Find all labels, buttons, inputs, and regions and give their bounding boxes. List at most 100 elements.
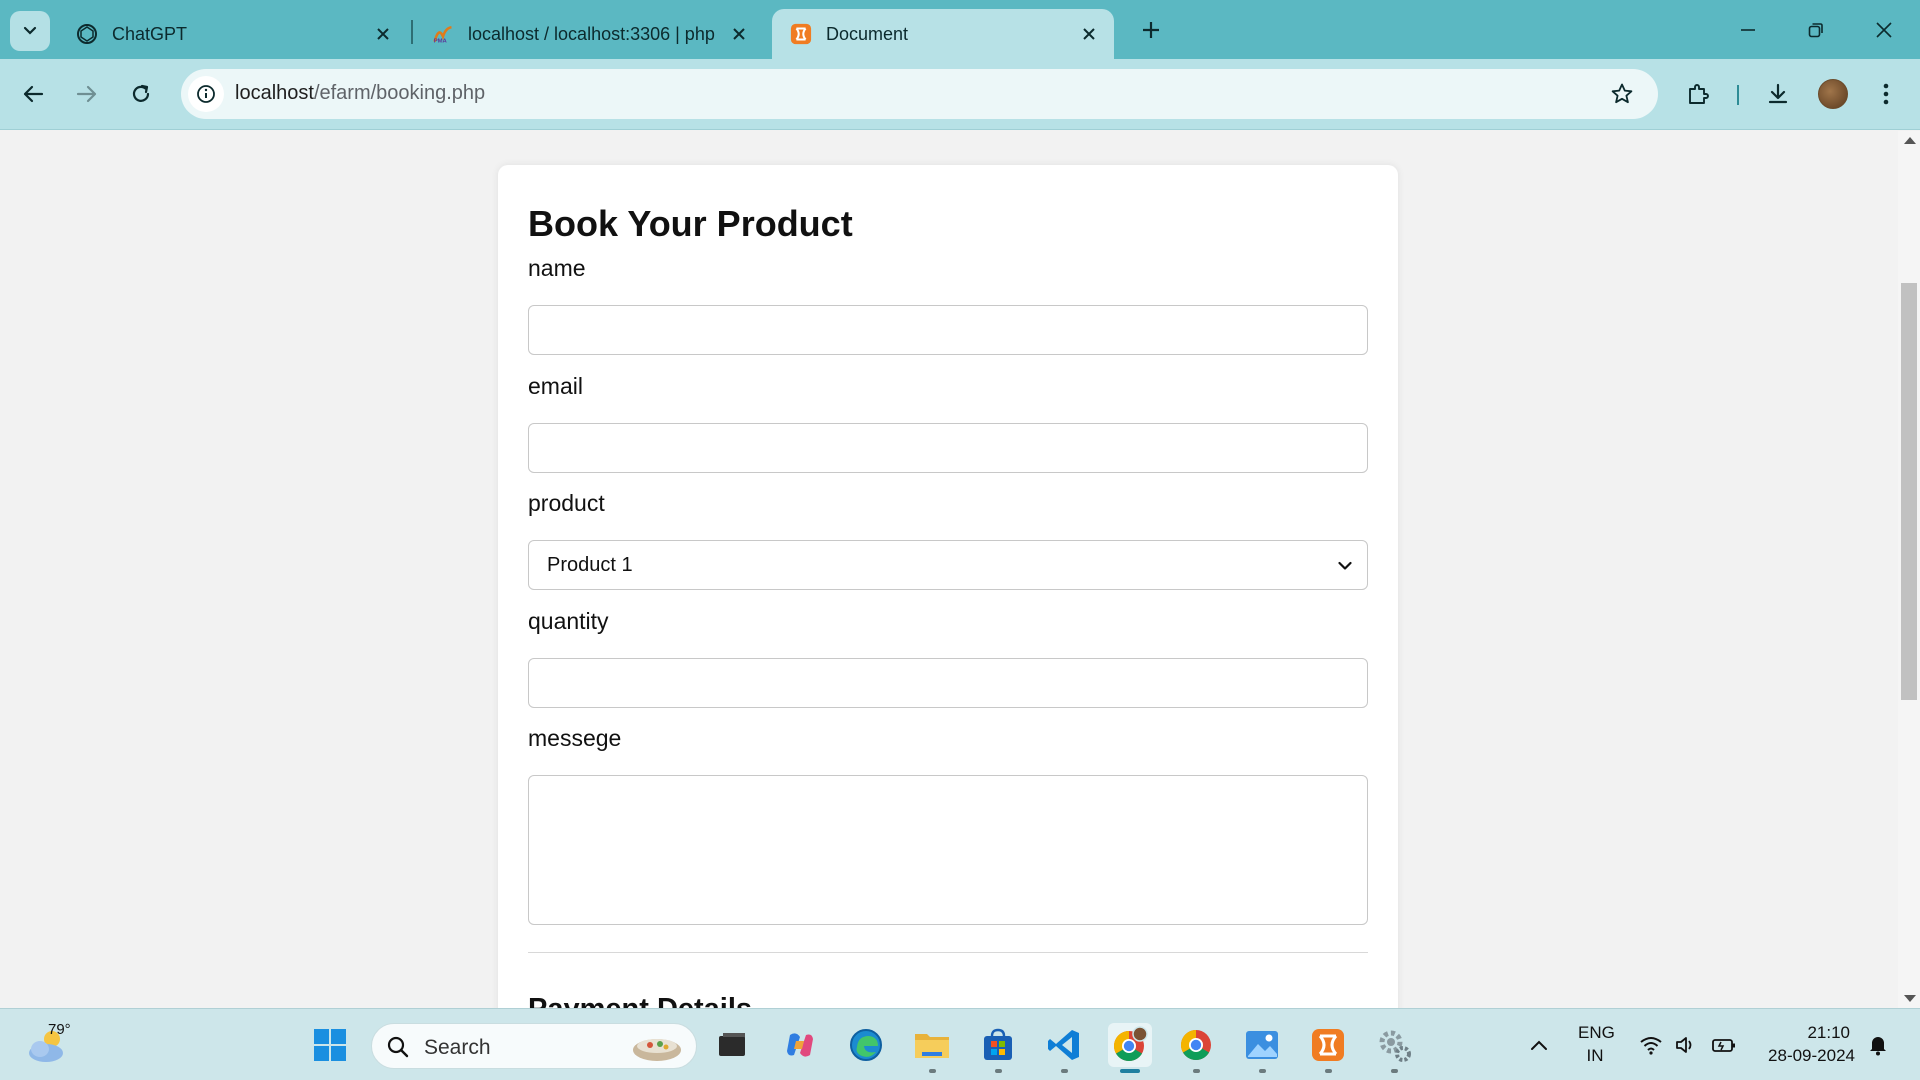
folder-icon [915, 1034, 949, 1058]
battery-icon[interactable] [1710, 1031, 1738, 1059]
name-label: name [528, 255, 586, 281]
running-indicator [1120, 1069, 1140, 1073]
url-path: /efarm/booking.php [313, 82, 486, 104]
reload-button[interactable] [123, 76, 159, 112]
taskbar-file-explorer[interactable] [910, 1023, 954, 1073]
running-indicator [995, 1069, 1002, 1073]
tab-phpmyadmin[interactable]: PMA localhost / localhost:3306 | php [414, 9, 764, 59]
volume-icon[interactable] [1672, 1031, 1700, 1059]
tab-chatgpt[interactable]: ChatGPT [58, 9, 408, 59]
close-icon[interactable] [368, 19, 398, 49]
windows-logo-icon [314, 1029, 346, 1061]
taskbar-chrome-active[interactable] [1108, 1023, 1152, 1073]
taskbar-vscode[interactable] [1042, 1023, 1086, 1073]
minimize-button[interactable] [1722, 8, 1774, 52]
extensions-button[interactable] [1680, 76, 1716, 112]
tab-title: Document [826, 23, 909, 44]
product-select[interactable]: Product 1 [528, 540, 1368, 590]
restore-icon [1808, 23, 1823, 38]
running-indicator [1061, 1069, 1068, 1073]
back-button[interactable] [15, 76, 51, 112]
tab-title: localhost / localhost:3306 | php [468, 23, 715, 44]
wifi-icon[interactable] [1637, 1031, 1665, 1059]
search-placeholder: Search [424, 1036, 491, 1059]
profile-avatar[interactable] [1818, 79, 1848, 109]
restore-button[interactable] [1790, 8, 1842, 52]
email-input[interactable] [528, 423, 1368, 473]
tab-separator [411, 20, 413, 44]
forward-button[interactable] [69, 76, 105, 112]
close-icon[interactable] [1074, 19, 1104, 49]
taskbar-copilot[interactable] [778, 1023, 822, 1067]
chevron-down-icon [1335, 556, 1355, 576]
kebab-menu-icon [1883, 83, 1889, 105]
taskbar-search[interactable]: Search [371, 1023, 697, 1069]
reload-icon [132, 84, 150, 102]
booking-card: Book Your Product name email product Pro… [498, 165, 1398, 1008]
arrow-left-icon [23, 85, 44, 103]
payment-heading: Payment Details [528, 993, 752, 1008]
chrome-icon [1180, 1030, 1211, 1061]
scroll-up-arrow-icon[interactable] [1904, 137, 1916, 144]
product-label: product [528, 490, 605, 516]
plus-icon [1143, 22, 1159, 38]
arrow-right-icon [76, 85, 97, 103]
toolbar-divider [1737, 85, 1739, 105]
downloads-button[interactable] [1760, 76, 1796, 112]
page-scrollbar[interactable] [1898, 131, 1920, 1008]
phpmyadmin-icon: PMA [432, 23, 454, 45]
product-selected-value: Product 1 [547, 553, 633, 576]
message-label: messege [528, 725, 622, 751]
tab-title: ChatGPT [112, 23, 188, 44]
close-window-button[interactable] [1858, 8, 1910, 52]
email-label: email [528, 373, 583, 399]
quantity-label: quantity [528, 608, 609, 634]
clock-date: 28-09-2024 [1768, 1046, 1855, 1065]
name-input[interactable] [528, 305, 1368, 355]
chevron-down-icon [23, 26, 37, 35]
site-info-button[interactable] [188, 76, 224, 112]
address-bar[interactable]: localhost/efarm/booking.php [181, 69, 1658, 119]
chrome-profile-icon [1113, 1026, 1148, 1062]
info-icon [197, 85, 215, 103]
taskbar-chrome[interactable] [1174, 1023, 1218, 1073]
search-icon [387, 1036, 409, 1058]
url-text[interactable]: localhost/efarm/booking.php [235, 82, 485, 105]
task-view-icon [719, 1033, 745, 1056]
page-viewport: Book Your Product name email product Pro… [0, 131, 1898, 1008]
photos-icon [1246, 1031, 1278, 1059]
xampp-icon [1312, 1029, 1344, 1061]
taskbar-task-view[interactable] [710, 1023, 754, 1067]
windows-taskbar: 79° Search ENG IN 21:10 28-09-2024 [0, 1008, 1920, 1080]
running-indicator [1259, 1069, 1266, 1073]
vscode-icon [1048, 1030, 1079, 1060]
taskbar-edge[interactable] [844, 1023, 888, 1067]
message-textarea[interactable] [528, 775, 1368, 925]
chevron-up-icon [1531, 1040, 1547, 1050]
close-icon[interactable] [724, 19, 754, 49]
taskbar-xampp[interactable] [1306, 1023, 1350, 1073]
download-icon [1768, 83, 1788, 104]
copilot-icon [787, 1033, 813, 1057]
bookmark-button[interactable] [1606, 78, 1638, 110]
taskbar-store[interactable] [976, 1023, 1020, 1073]
edge-icon [850, 1029, 882, 1061]
xampp-icon [790, 23, 812, 45]
scroll-thumb[interactable] [1901, 283, 1917, 700]
tab-search-button[interactable] [10, 11, 50, 51]
region-code: IN [1586, 1046, 1604, 1065]
taskbar-settings-app[interactable] [1372, 1023, 1416, 1073]
browser-tabstrip: ChatGPT PMA localhost / localhost:3306 |… [0, 0, 1920, 59]
start-button[interactable] [308, 1023, 352, 1067]
tab-document[interactable]: Document [772, 9, 1114, 59]
store-icon [984, 1028, 1012, 1060]
clock-time: 21:10 [1807, 1023, 1850, 1042]
scroll-down-arrow-icon[interactable] [1904, 995, 1916, 1002]
running-indicator [1325, 1069, 1332, 1073]
show-hidden-icons-button[interactable] [1525, 1031, 1553, 1059]
taskbar-photos[interactable] [1240, 1023, 1284, 1073]
notifications-bell-icon[interactable] [1864, 1031, 1892, 1059]
menu-button[interactable] [1868, 76, 1904, 112]
new-tab-button[interactable] [1134, 13, 1168, 47]
quantity-input[interactable] [528, 658, 1368, 708]
